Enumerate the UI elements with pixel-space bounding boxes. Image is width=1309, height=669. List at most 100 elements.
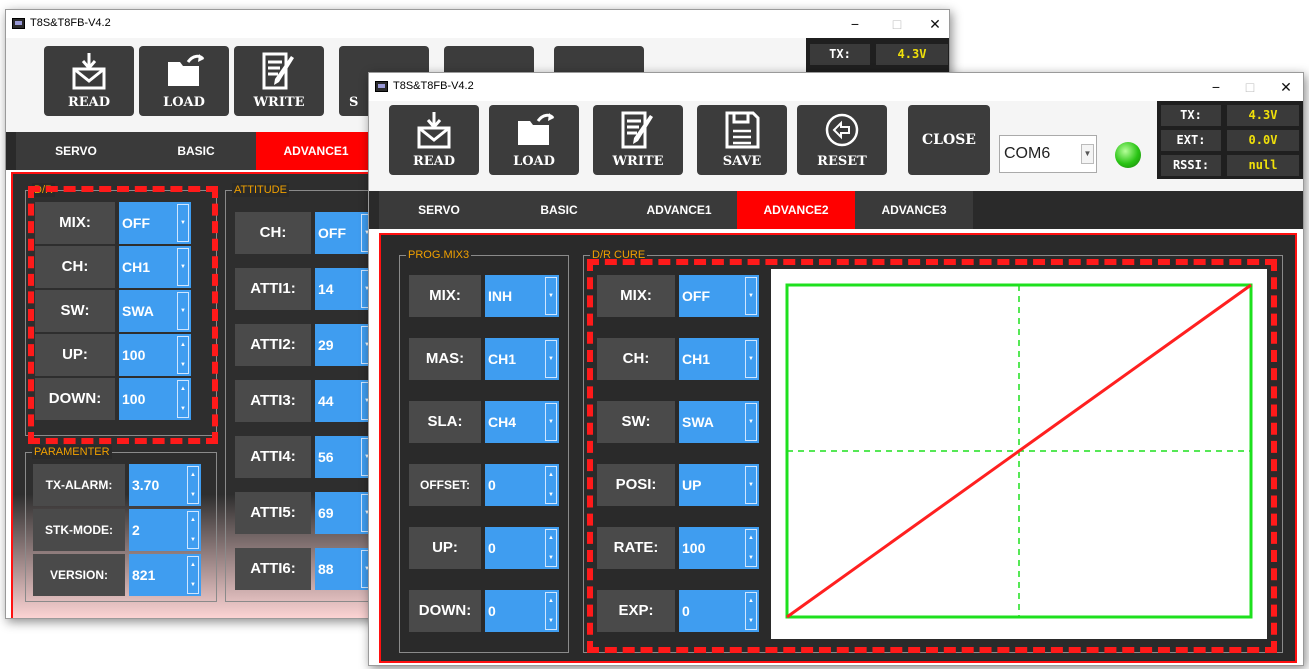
close-window-button[interactable]: ✕ [916, 13, 949, 35]
attitude-dropdown[interactable]: 29 ▼ [315, 324, 375, 366]
dr-cure-spinbox[interactable]: 100 [679, 527, 759, 569]
dr-cure-value: CH1 [682, 351, 711, 367]
prog-mix-label: DOWN: [409, 590, 481, 632]
write-button[interactable]: WRITE [593, 105, 683, 175]
title-bar: T8S&T8FB-V4.2 − □ ✕ [6, 10, 949, 38]
attitude-value: 29 [318, 337, 334, 353]
prog-mix-row: SLA: CH4 ▼ [409, 401, 559, 443]
write-icon [621, 111, 653, 149]
load-button[interactable]: LOAD [139, 46, 229, 116]
close-window-button[interactable]: ✕ [1267, 76, 1303, 98]
dr-spinbox[interactable]: 100 [119, 334, 191, 376]
dr-dropdown[interactable]: SWA ▼ [119, 290, 191, 332]
attitude-row: ATTI2: 29 ▼ [235, 324, 375, 366]
dr-cure-dropdown[interactable]: SWA ▼ [679, 401, 759, 443]
prog-mix-spinbox[interactable]: 0 [485, 527, 559, 569]
attitude-dropdown[interactable]: 44 ▼ [315, 380, 375, 422]
spin-arrows-icon[interactable] [745, 529, 757, 567]
dr-spinbox[interactable]: 100 [119, 378, 191, 420]
chevron-down-icon[interactable]: ▼ [177, 248, 189, 286]
chevron-down-icon[interactable]: ▼ [1081, 144, 1094, 164]
dr-cure-row: SW: SWA ▼ [597, 401, 759, 443]
tab-advance1[interactable]: ADVANCE1 [256, 132, 376, 170]
prog-mix-dropdown[interactable]: CH4 ▼ [485, 401, 559, 443]
attitude-label: ATTI4: [235, 436, 311, 478]
close-button[interactable]: CLOSE [908, 105, 990, 175]
dr-cure-spinbox[interactable]: 0 [679, 590, 759, 632]
attitude-group-title: ATTITUDE [232, 183, 289, 197]
dr-cure-label: CH: [597, 338, 675, 380]
paramenter-group-title: PARAMENTER [32, 445, 112, 459]
spin-arrows-icon[interactable] [545, 592, 557, 630]
ext-row: EXT: 0.0V [1157, 128, 1303, 154]
chevron-down-icon[interactable]: ▼ [545, 340, 557, 378]
prog-mix-label: UP: [409, 527, 481, 569]
spin-arrows-icon[interactable] [177, 380, 189, 418]
window-front: T8S&T8FB-V4.2 − □ ✕ READ LOAD WRITE SAVE… [368, 72, 1304, 666]
param-spinbox[interactable]: 3.70 [129, 464, 201, 506]
chevron-down-icon[interactable]: ▼ [745, 340, 757, 378]
spin-arrows-icon[interactable] [187, 466, 199, 504]
attitude-row: ATTI5: 69 ▼ [235, 492, 375, 534]
reset-button[interactable]: RESET [797, 105, 887, 175]
tab-advance1[interactable]: ADVANCE1 [619, 191, 739, 229]
chevron-down-icon[interactable]: ▼ [745, 277, 757, 315]
prog-mix-spinbox[interactable]: 0 [485, 590, 559, 632]
spin-arrows-icon[interactable] [745, 592, 757, 630]
param-spinbox[interactable]: 821 [129, 554, 201, 596]
prog-mix-dropdown[interactable]: CH1 ▼ [485, 338, 559, 380]
attitude-value: OFF [318, 225, 346, 241]
spin-arrows-icon[interactable] [545, 466, 557, 504]
chevron-down-icon[interactable]: ▼ [545, 403, 557, 441]
dr-cure-dropdown[interactable]: CH1 ▼ [679, 338, 759, 380]
chevron-down-icon[interactable]: ▼ [177, 204, 189, 242]
com-port-select[interactable]: COM6 ▼ [999, 135, 1097, 173]
tab-advance2[interactable]: ADVANCE2 [737, 191, 855, 229]
window-title: T8S&T8FB-V4.2 [393, 80, 474, 92]
param-label: VERSION: [33, 554, 125, 596]
param-spinbox[interactable]: 2 [129, 509, 201, 551]
rssi-label: RSSI: [1161, 155, 1221, 176]
write-label: WRITE [612, 154, 664, 169]
chevron-down-icon[interactable]: ▼ [745, 403, 757, 441]
tab-basic[interactable]: BASIC [499, 191, 619, 229]
dr-cure-dropdown[interactable]: OFF ▼ [679, 275, 759, 317]
chevron-down-icon[interactable]: ▼ [177, 292, 189, 330]
attitude-dropdown[interactable]: OFF ▼ [315, 212, 375, 254]
tab-servo[interactable]: SERVO [16, 132, 136, 170]
tab-servo[interactable]: SERVO [379, 191, 499, 229]
dr-cure-value: UP [682, 477, 702, 493]
dr-cure-dropdown[interactable]: UP ▼ [679, 464, 759, 506]
attitude-dropdown[interactable]: 14 ▼ [315, 268, 375, 310]
curve-plot [785, 283, 1253, 619]
dr-dropdown[interactable]: CH1 ▼ [119, 246, 191, 288]
load-button[interactable]: LOAD [489, 105, 579, 175]
maximize-button[interactable]: □ [878, 13, 916, 35]
save-button[interactable]: SAVE [697, 105, 787, 175]
prog-mix-spinbox[interactable]: 0 [485, 464, 559, 506]
chevron-down-icon[interactable]: ▼ [745, 466, 757, 504]
spin-arrows-icon[interactable] [187, 556, 199, 594]
prog-mix-row: MIX: INH ▼ [409, 275, 559, 317]
chevron-down-icon[interactable]: ▼ [545, 277, 557, 315]
tab-basic[interactable]: BASIC [136, 132, 256, 170]
attitude-dropdown[interactable]: 56 ▼ [315, 436, 375, 478]
attitude-dropdown[interactable]: 88 ▼ [315, 548, 375, 590]
attitude-dropdown[interactable]: 69 ▼ [315, 492, 375, 534]
spin-arrows-icon[interactable] [177, 336, 189, 374]
prog-mix-dropdown[interactable]: INH ▼ [485, 275, 559, 317]
read-label: READ [412, 154, 456, 169]
param-value: 3.70 [132, 477, 160, 493]
minimize-button[interactable]: − [836, 13, 874, 35]
write-button[interactable]: WRITE [234, 46, 324, 116]
spin-arrows-icon[interactable] [545, 529, 557, 567]
spin-arrows-icon[interactable] [187, 511, 199, 549]
dr-dropdown[interactable]: OFF ▼ [119, 202, 191, 244]
toolbar: READ LOAD WRITE SAVE RESET CLOSE COM6 ▼ … [369, 101, 1303, 191]
maximize-button[interactable]: □ [1231, 76, 1269, 98]
minimize-button[interactable]: − [1197, 76, 1235, 98]
read-button[interactable]: READ [44, 46, 134, 116]
read-icon [417, 112, 451, 149]
read-button[interactable]: READ [389, 105, 479, 175]
tab-advance3[interactable]: ADVANCE3 [855, 191, 973, 229]
